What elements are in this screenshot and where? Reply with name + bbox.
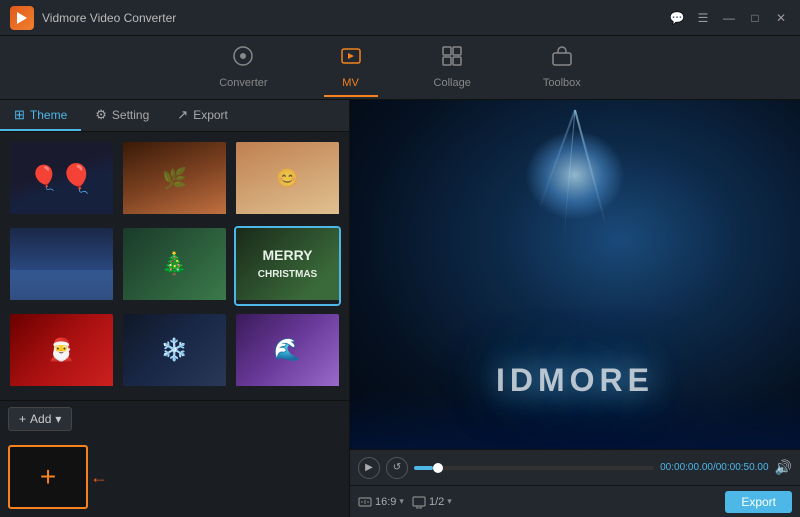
toolbox-icon xyxy=(551,45,573,73)
export-arrow-icon: ↗ xyxy=(177,107,188,123)
filmstrip: + ← xyxy=(0,437,349,517)
tab-toolbox[interactable]: Toolbox xyxy=(527,39,597,97)
ratio-chevron-icon: ▾ xyxy=(399,496,404,507)
window-controls: 💬 ☰ — □ ✕ xyxy=(668,9,790,27)
preview-glow-area xyxy=(465,110,685,290)
close-icon[interactable]: ✕ xyxy=(772,9,790,27)
screen-chevron-icon: ▾ xyxy=(447,496,452,507)
time-display: 00:00:00.00/00:00:50.00 xyxy=(660,462,768,473)
theme-label-snowy-night: Snowy Night xyxy=(123,386,226,392)
theme-thumbnail-chic: 🎈 xyxy=(10,142,113,214)
theme-label-chic: Chic xyxy=(10,214,113,220)
theme-label-simple: Simple xyxy=(10,300,113,306)
subtab-setting[interactable]: ⚙ Setting xyxy=(81,100,163,131)
menu-icon[interactable]: ☰ xyxy=(694,9,712,27)
setting-gear-icon: ⚙ xyxy=(95,107,107,123)
arrow-indicator: ← xyxy=(90,467,108,488)
theme-thumbnail-christmas-eve: 🎄 xyxy=(123,228,226,300)
maximize-icon[interactable]: □ xyxy=(746,9,764,27)
theme-item-santa-claus[interactable]: 🎅 Santa Claus xyxy=(8,312,115,392)
theme-grid: 🎈 Chic 🌿 Neat 😊 Happy xyxy=(0,132,349,400)
add-plus-icon: + xyxy=(19,412,26,426)
theme-label-christmas-eve: Christmas Eve xyxy=(123,300,226,306)
bottom-controls: 16:9 ▾ 1/2 ▾ Export xyxy=(350,485,800,517)
video-controls: ▶ ↺ 00:00:00.00/00:00:50.00 🔊 xyxy=(350,449,800,485)
aspect-ratio-select[interactable]: 16:9 ▾ xyxy=(358,495,404,509)
toolbox-label: Toolbox xyxy=(543,77,581,89)
subtab-theme[interactable]: ⊞ Theme xyxy=(0,100,81,131)
left-bottom: + Add ▾ xyxy=(0,400,349,437)
converter-label: Converter xyxy=(219,77,267,89)
theme-thumbnail-happy: 😊 xyxy=(236,142,339,214)
sub-tabs: ⊞ Theme ⚙ Setting ↗ Export xyxy=(0,100,349,132)
screen-icon xyxy=(412,495,426,509)
chat-icon[interactable]: 💬 xyxy=(668,9,686,27)
add-label: Add xyxy=(30,412,51,426)
add-chevron-icon: ▾ xyxy=(55,412,61,426)
play-button[interactable]: ▶ xyxy=(358,457,380,479)
theme-label-merry-christmas: Merry Christmas xyxy=(236,300,339,306)
subtab-export-label: Export xyxy=(193,108,228,122)
tab-converter[interactable]: Converter xyxy=(203,39,283,97)
theme-thumbnail-stripes-waves: 🌊 xyxy=(236,314,339,386)
volume-icon[interactable]: 🔊 xyxy=(775,459,792,476)
theme-item-neat[interactable]: 🌿 Neat xyxy=(121,140,228,220)
main-content: ⊞ Theme ⚙ Setting ↗ Export 🎈 Chic xyxy=(0,100,800,517)
screen-select[interactable]: 1/2 ▾ xyxy=(412,495,452,509)
preview-watermark: IDMORE xyxy=(496,362,654,399)
minimize-icon[interactable]: — xyxy=(720,9,738,27)
theme-item-christmas-eve[interactable]: 🎄 Christmas Eve xyxy=(121,226,228,306)
mv-label: MV xyxy=(342,77,359,89)
theme-item-snowy-night[interactable]: ❄️ Snowy Night xyxy=(121,312,228,392)
left-panel: ⊞ Theme ⚙ Setting ↗ Export 🎈 Chic xyxy=(0,100,350,517)
theme-thumbnail-merry-christmas: MERRYCHRISTMAS xyxy=(236,228,339,300)
tab-mv[interactable]: MV xyxy=(324,39,378,97)
video-preview: IDMORE xyxy=(350,100,800,449)
ratio-value: 16:9 xyxy=(375,496,396,508)
progress-bar[interactable] xyxy=(414,466,654,470)
screen-value: 1/2 xyxy=(429,496,444,508)
mv-icon xyxy=(340,45,362,73)
theme-label-neat: Neat xyxy=(123,214,226,220)
theme-grid-icon: ⊞ xyxy=(14,107,25,123)
theme-thumbnail-snowy-night: ❄️ xyxy=(123,314,226,386)
theme-label-santa-claus: Santa Claus xyxy=(10,386,113,392)
theme-item-merry-christmas[interactable]: MERRYCHRISTMAS Merry Christmas xyxy=(234,226,341,306)
filmstrip-add-item[interactable]: + xyxy=(8,445,88,509)
loop-button[interactable]: ↺ xyxy=(386,457,408,479)
add-button[interactable]: + Add ▾ xyxy=(8,407,72,431)
collage-label: Collage xyxy=(434,77,471,89)
converter-icon xyxy=(232,45,254,73)
progress-dot xyxy=(433,463,443,473)
app-title: Vidmore Video Converter xyxy=(42,11,668,25)
titlebar: Vidmore Video Converter 💬 ☰ — □ ✕ xyxy=(0,0,800,36)
right-panel: IDMORE ▶ ↺ 00:00:00.00/00:00:50.00 🔊 16:… xyxy=(350,100,800,517)
app-logo xyxy=(10,6,34,30)
theme-label-stripes-waves: Stripes & Waves xyxy=(236,386,339,392)
filmstrip-plus-icon: + xyxy=(40,461,56,493)
theme-item-simple[interactable]: Simple xyxy=(8,226,115,306)
subtab-theme-label: Theme xyxy=(30,108,67,122)
theme-label-happy: Happy xyxy=(236,214,339,220)
ratio-icon xyxy=(358,495,372,509)
theme-thumbnail-neat: 🌿 xyxy=(123,142,226,214)
collage-icon xyxy=(441,45,463,73)
subtab-setting-label: Setting xyxy=(112,108,149,122)
progress-fill xyxy=(414,466,433,470)
theme-item-chic[interactable]: 🎈 Chic xyxy=(8,140,115,220)
subtab-export[interactable]: ↗ Export xyxy=(163,100,242,131)
theme-thumbnail-simple xyxy=(10,228,113,300)
theme-item-stripes-waves[interactable]: 🌊 Stripes & Waves xyxy=(234,312,341,392)
theme-item-happy[interactable]: 😊 Happy xyxy=(234,140,341,220)
tab-collage[interactable]: Collage xyxy=(418,39,487,97)
theme-thumbnail-santa-claus: 🎅 xyxy=(10,314,113,386)
nav-tabs: Converter MV Collage Toolb xyxy=(0,36,800,100)
export-button[interactable]: Export xyxy=(725,491,792,513)
